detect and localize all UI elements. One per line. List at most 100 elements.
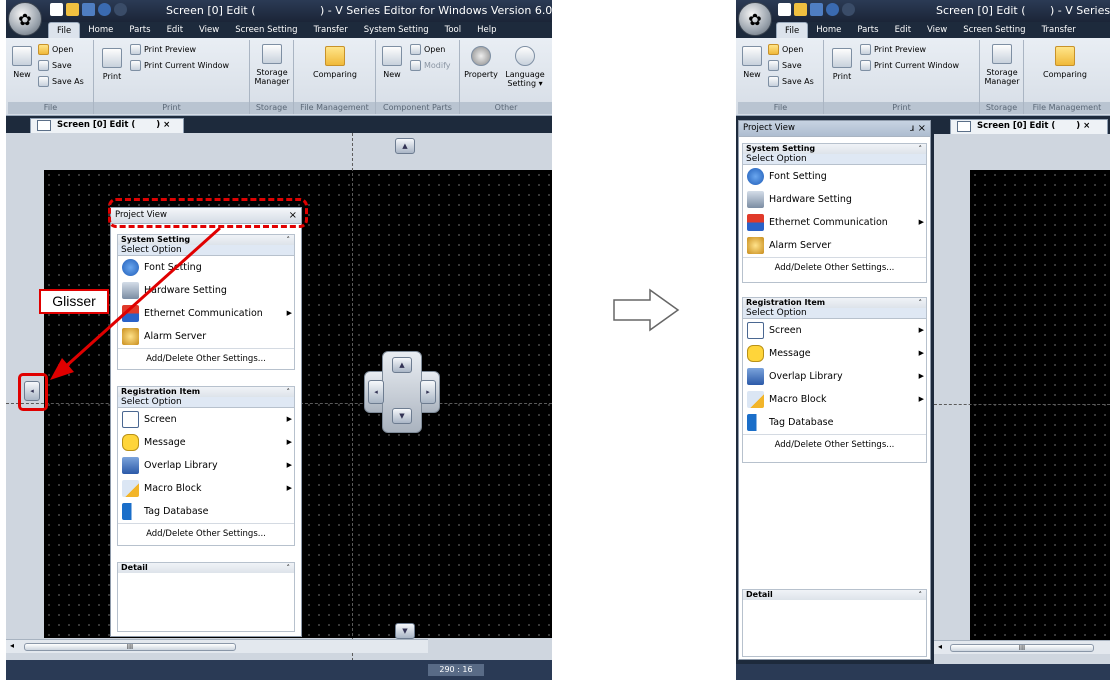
project-view-title-bar[interactable]: Project View ɹ × xyxy=(739,121,930,137)
tab-view[interactable]: View xyxy=(191,22,227,38)
print-button[interactable]: Print xyxy=(830,48,854,81)
dpad-right-icon[interactable]: ▸ xyxy=(420,380,436,404)
dpad-left-icon[interactable]: ◂ xyxy=(368,380,384,404)
collapse-icon[interactable]: ˄ xyxy=(919,144,923,154)
list-item-ethernet-communication[interactable]: Ethernet Communication ▶ xyxy=(118,302,294,325)
screen-edit-tab[interactable]: Screen [0] Edit ( ) × xyxy=(950,119,1108,134)
new-icon[interactable] xyxy=(50,3,63,16)
save-as-button[interactable]: Save As xyxy=(38,76,84,87)
list-item-screen[interactable]: Screen ▶ xyxy=(118,408,294,431)
registration-item-header[interactable]: Registration Item ˄ xyxy=(118,387,294,397)
list-item-tag-database[interactable]: Tag Database xyxy=(743,411,926,434)
tab-help[interactable]: Help xyxy=(469,22,504,38)
collapse-icon[interactable]: ˄ xyxy=(919,298,923,308)
scroll-left-arrow-icon[interactable]: ◂ xyxy=(938,642,942,651)
save-icon[interactable] xyxy=(810,3,823,16)
component-open-button[interactable]: Open xyxy=(410,44,445,55)
component-new-button[interactable]: New xyxy=(380,46,404,79)
tab-transfer[interactable]: Transfer xyxy=(1034,22,1084,38)
collapse-icon[interactable]: ˄ xyxy=(919,590,923,600)
edit-area[interactable]: ◂ III xyxy=(934,134,1110,667)
open-icon[interactable] xyxy=(66,3,79,16)
add-delete-registration-items[interactable]: Add/Delete Other Settings... xyxy=(118,523,294,543)
print-preview-button[interactable]: Print Preview xyxy=(860,44,926,55)
add-delete-system-settings[interactable]: Add/Delete Other Settings... xyxy=(118,348,294,368)
screen-edit-tab[interactable]: Screen [0] Edit ( ) × xyxy=(30,118,184,133)
tab-edit[interactable]: Edit xyxy=(887,22,919,38)
horizontal-scrollbar[interactable]: ◂ III xyxy=(6,639,428,653)
list-item-font-setting[interactable]: Font Setting xyxy=(743,165,926,188)
comparing-button[interactable]: Comparing xyxy=(308,46,362,79)
list-item-alarm-server[interactable]: Alarm Server xyxy=(743,234,926,257)
detail-header[interactable]: Detail ˄ xyxy=(743,590,926,600)
tab-parts[interactable]: Parts xyxy=(849,22,886,38)
component-modify-button[interactable]: Modify xyxy=(410,60,451,71)
collapse-icon[interactable]: ˄ xyxy=(287,563,291,573)
pin-close-icon[interactable]: ɹ × xyxy=(910,121,926,136)
list-item-hardware-setting[interactable]: Hardware Setting xyxy=(743,188,926,211)
scroll-up-button[interactable]: ▲ xyxy=(395,138,415,154)
save-icon[interactable] xyxy=(82,3,95,16)
registration-item-select[interactable]: Select Option xyxy=(743,308,926,319)
redo-icon[interactable] xyxy=(842,3,855,16)
list-item-macro-block[interactable]: Macro Block ▶ xyxy=(743,388,926,411)
system-setting-header[interactable]: System Setting ˄ xyxy=(743,144,926,154)
list-item-overlap-library[interactable]: Overlap Library ▶ xyxy=(118,454,294,477)
dpad-down-icon[interactable]: ▼ xyxy=(392,408,412,424)
dpad-up-icon[interactable]: ▲ xyxy=(392,357,412,373)
tab-file[interactable]: File xyxy=(776,22,809,38)
tab-edit[interactable]: Edit xyxy=(159,22,191,38)
print-button[interactable]: Print xyxy=(100,48,124,81)
system-setting-header[interactable]: System Setting ˄ xyxy=(118,235,294,245)
application-button[interactable]: ✿ xyxy=(738,2,772,36)
undo-icon[interactable] xyxy=(826,3,839,16)
save-as-button[interactable]: Save As xyxy=(768,76,814,87)
property-button[interactable]: Property xyxy=(464,46,498,79)
close-icon[interactable]: ) × xyxy=(1076,121,1090,131)
screen-canvas[interactable] xyxy=(970,170,1110,640)
scroll-left-arrow-icon[interactable]: ◂ xyxy=(10,641,14,650)
save-button[interactable]: Save xyxy=(38,60,72,71)
project-view-panel-docked[interactable]: Project View ɹ × System Setting ˄ Select … xyxy=(738,120,931,660)
system-setting-select[interactable]: Select Option xyxy=(118,245,294,256)
scroll-thumb[interactable]: III xyxy=(950,644,1094,652)
tab-file[interactable]: File xyxy=(48,22,81,38)
new-icon[interactable] xyxy=(778,3,791,16)
print-current-window-button[interactable]: Print Current Window xyxy=(130,60,229,71)
print-preview-button[interactable]: Print Preview xyxy=(130,44,196,55)
scroll-thumb[interactable]: III xyxy=(24,643,236,651)
registration-item-header[interactable]: Registration Item ˄ xyxy=(743,298,926,308)
open-icon[interactable] xyxy=(794,3,807,16)
add-delete-system-settings[interactable]: Add/Delete Other Settings... xyxy=(743,257,926,277)
scroll-down-button[interactable]: ▼ xyxy=(395,623,415,639)
print-current-window-button[interactable]: Print Current Window xyxy=(860,60,959,71)
list-item-message[interactable]: Message ▶ xyxy=(118,431,294,454)
add-delete-registration-items[interactable]: Add/Delete Other Settings... xyxy=(743,434,926,454)
registration-item-select[interactable]: Select Option xyxy=(118,397,294,408)
list-item-screen[interactable]: Screen ▶ xyxy=(743,319,926,342)
open-button[interactable]: Open xyxy=(768,44,803,55)
collapse-icon[interactable]: ˄ xyxy=(287,235,291,245)
tab-system-setting[interactable]: System Setting xyxy=(356,22,437,38)
comparing-button[interactable]: Comparing xyxy=(1038,46,1092,79)
system-setting-select[interactable]: Select Option xyxy=(743,154,926,165)
list-item-message[interactable]: Message ▶ xyxy=(743,342,926,365)
tab-screen-setting[interactable]: Screen Setting xyxy=(955,22,1033,38)
collapse-icon[interactable]: ˄ xyxy=(287,387,291,397)
list-item-alarm-server[interactable]: Alarm Server xyxy=(118,325,294,348)
language-setting-button[interactable]: Language Setting ▾ xyxy=(502,46,548,88)
close-icon[interactable]: ) × xyxy=(156,120,170,130)
tab-view[interactable]: View xyxy=(919,22,955,38)
detail-header[interactable]: Detail ˄ xyxy=(118,563,294,573)
tab-transfer[interactable]: Transfer xyxy=(306,22,356,38)
list-item-tag-database[interactable]: Tag Database xyxy=(118,500,294,523)
project-view-panel[interactable]: Project View × System Setting ˄ Select Op… xyxy=(110,207,302,637)
new-button[interactable]: New xyxy=(10,46,34,79)
list-item-hardware-setting[interactable]: Hardware Setting xyxy=(118,279,294,302)
storage-manager-button[interactable]: Storage Manager xyxy=(253,44,291,86)
new-button[interactable]: New xyxy=(740,46,764,79)
undo-icon[interactable] xyxy=(98,3,111,16)
storage-manager-button[interactable]: Storage Manager xyxy=(983,44,1021,86)
tab-parts[interactable]: Parts xyxy=(121,22,158,38)
tab-screen-setting[interactable]: Screen Setting xyxy=(227,22,305,38)
